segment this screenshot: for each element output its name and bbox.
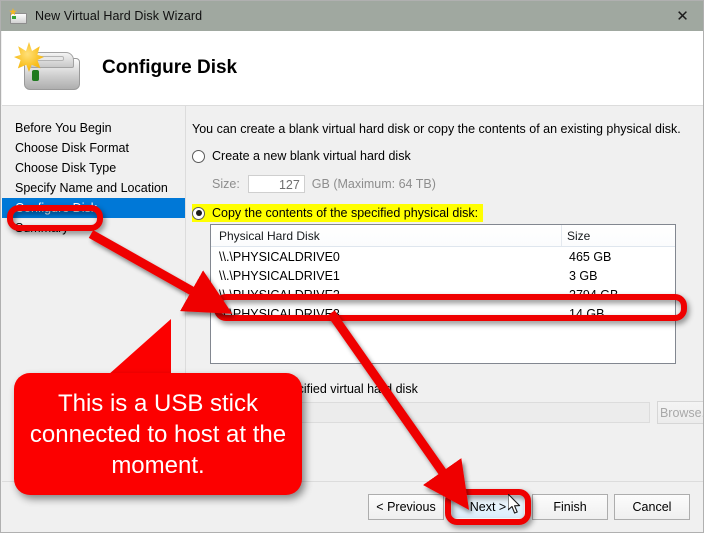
sidebar-item-configure-disk[interactable]: Configure Disk xyxy=(2,198,185,218)
main-content: You can create a blank virtual hard disk… xyxy=(186,106,703,481)
finish-button[interactable]: Finish xyxy=(532,494,608,520)
cell-disk: \\.\PHYSICALDRIVE3 xyxy=(219,306,340,321)
location-label: Location of the specified virtual hard d… xyxy=(192,382,418,396)
sidebar-item-choose-disk-type[interactable]: Choose Disk Type xyxy=(2,158,185,178)
sidebar-item-summary[interactable]: Summary xyxy=(2,218,185,238)
sidebar-item-before-you-begin[interactable]: Before You Begin xyxy=(2,118,185,138)
cell-size: 465 GB xyxy=(569,249,612,264)
column-header-size[interactable]: Size xyxy=(562,229,675,243)
table-row[interactable]: \\.\PHYSICALDRIVE1 3 GB xyxy=(211,266,675,285)
table-row[interactable]: \\.\PHYSICALDRIVE2 2794 GB xyxy=(211,285,675,304)
sidebar-item-specify-name-and-location[interactable]: Specify Name and Location xyxy=(2,178,185,198)
size-field-row: Size: 127 GB (Maximum: 64 TB) xyxy=(212,175,436,193)
page-header: Configure Disk xyxy=(2,31,703,105)
new-hard-disk-icon xyxy=(12,40,86,96)
table-row[interactable]: \\.\PHYSICALDRIVE0 465 GB xyxy=(211,247,675,266)
location-input[interactable] xyxy=(210,402,650,423)
body-area: Before You Begin Choose Disk Format Choo… xyxy=(2,106,703,481)
radio-copy-physical-disk-label: Copy the contents of the specified physi… xyxy=(212,206,479,220)
radio-copy-physical-disk[interactable]: Copy the contents of the specified physi… xyxy=(192,204,484,222)
previous-button[interactable]: < Previous xyxy=(368,494,444,520)
cancel-button[interactable]: Cancel xyxy=(614,494,690,520)
wizard-window: New Virtual Hard Disk Wizard ✕ Configure… xyxy=(0,0,704,533)
table-row-physicaldrive3[interactable]: \\.\PHYSICALDRIVE3 14 GB xyxy=(211,304,675,323)
cell-disk: \\.\PHYSICALDRIVE1 xyxy=(219,268,340,283)
radio-create-blank-disk[interactable]: Create a new blank virtual hard disk xyxy=(192,149,411,163)
intro-text: You can create a blank virtual hard disk… xyxy=(192,122,681,136)
size-label: Size: xyxy=(212,177,240,191)
size-suffix-label: GB (Maximum: 64 TB) xyxy=(311,177,436,191)
cell-size: 14 GB xyxy=(569,306,605,321)
virtual-disk-icon xyxy=(9,8,27,24)
page-title: Configure Disk xyxy=(102,57,238,78)
browse-button[interactable]: Browse... xyxy=(657,401,703,424)
table-header-row: Physical Hard Disk Size xyxy=(211,225,675,247)
physical-disk-list[interactable]: Physical Hard Disk Size \\.\PHYSICALDRIV… xyxy=(210,224,676,364)
cell-size: 3 GB xyxy=(569,268,598,283)
sidebar-item-choose-disk-format[interactable]: Choose Disk Format xyxy=(2,138,185,158)
column-header-physical-hard-disk[interactable]: Physical Hard Disk xyxy=(211,229,561,243)
footer-bar: < Previous Next > Finish Cancel xyxy=(2,482,703,532)
title-bar: New Virtual Hard Disk Wizard ✕ xyxy=(1,1,703,31)
radio-create-blank-disk-label: Create a new blank virtual hard disk xyxy=(212,149,411,163)
size-input[interactable]: 127 xyxy=(247,175,305,193)
radio-button-unchecked-icon[interactable] xyxy=(192,149,205,163)
window-title: New Virtual Hard Disk Wizard xyxy=(35,9,203,23)
close-icon[interactable]: ✕ xyxy=(660,1,703,31)
cell-disk: \\.\PHYSICALDRIVE2 xyxy=(219,287,340,302)
cell-disk: \\.\PHYSICALDRIVE0 xyxy=(219,249,340,264)
cell-size: 2794 GB xyxy=(569,287,619,302)
mouse-cursor-icon xyxy=(508,494,521,514)
wizard-steps-sidebar: Before You Begin Choose Disk Format Choo… xyxy=(2,106,185,481)
radio-button-checked-icon[interactable] xyxy=(192,206,205,220)
